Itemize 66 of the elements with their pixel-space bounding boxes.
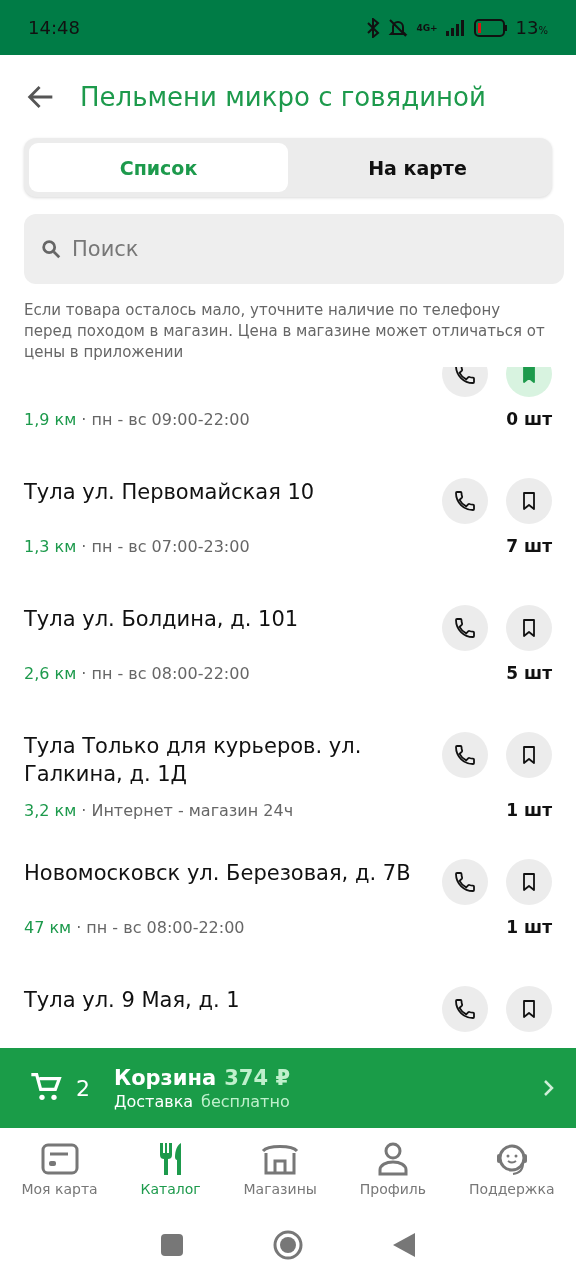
chevron-right-icon [542,1078,556,1098]
stock-count: 1 шт [506,800,552,820]
home-button[interactable] [273,1230,303,1260]
store-address: Тула Только для курьеров. ул. Галкина, д. 1Д [24,733,363,788]
stock-notice: Если товара осталось мало, уточните наличие по телефону перед походом в магазин. Цена в магазине может отличаться от цены в приложении [24,300,546,363]
phone-icon [453,743,477,767]
call-button[interactable] [442,732,488,778]
store-address: Тула ул. 9 Мая, д. 1 [24,987,241,1014]
store-hours: · пн - вс 08:00-22:00 [81,663,250,683]
status-time: 14:48 [28,17,80,38]
muted-bell-icon [388,17,409,38]
store-distance: 47 км [24,917,72,937]
cart-title: Корзина [114,1065,217,1090]
phone-icon [453,870,477,894]
store-distance: 2,6 км [24,663,77,683]
call-button[interactable] [442,478,488,524]
network-type: 4G+ [416,22,438,33]
store-address: Тула ул. Болдина, д. 101 [24,606,300,633]
stock-count: 1 шт [506,917,552,937]
view-tab[interactable]: Список [29,143,288,192]
bookmark-button[interactable] [506,859,552,905]
call-button[interactable] [442,986,488,1032]
nav-tab[interactable]: Моя карта [21,1141,98,1197]
phone-icon [453,616,477,640]
store-address: Тула ул. Первомайская 10 [24,479,316,506]
bookmark-button[interactable] [506,732,552,778]
search-icon [40,238,62,260]
store-distance: 3,2 км [24,800,77,820]
card-icon [39,1141,80,1177]
call-button[interactable] [442,859,488,905]
call-button[interactable] [442,605,488,651]
bluetooth-icon [366,17,381,38]
store-hours: · Интернет - магазин 24ч [81,800,294,820]
delivery-value: бесплатно [201,1091,290,1111]
percent-sign: % [538,25,548,36]
battery-percent: 13 [515,17,539,38]
store-distance: 1,9 км [24,409,77,429]
cart-count: 2 [76,1075,90,1101]
view-tab[interactable]: На карте [288,143,547,192]
bookmark-button[interactable] [506,478,552,524]
store-distance: 1,3 км [24,536,77,556]
bookmark-button[interactable] [506,605,552,651]
signal-icon [445,19,466,36]
delivery-label: Доставка [114,1091,194,1111]
phone-icon [453,997,477,1021]
stock-count: 5 шт [506,663,552,683]
nav-tab[interactable]: Каталог [140,1141,201,1197]
phone-icon [453,367,477,386]
battery-icon [473,18,508,37]
recents-button[interactable] [161,1234,183,1256]
stock-count: 0 шт [506,409,552,429]
store-hours: · пн - вс 07:00-23:00 [81,536,250,556]
stock-count: 7 шт [506,536,552,556]
search-field[interactable]: Поиск [24,214,564,284]
store-address: Новомосковск ул. Березовая, д. 7В [24,860,412,887]
cart-bar[interactable]: 2 Корзина 374 ₽ Доставка бесплатно [0,1048,576,1128]
store-hours: · пн - вс 09:00-22:00 [81,409,250,429]
store-hours: · пн - вс 08:00-22:00 [76,917,245,937]
phone-icon [453,489,477,513]
bookmark-button[interactable] [506,986,552,1032]
nav-tab[interactable]: Профиль [359,1141,426,1197]
nav-tab[interactable]: Поддержка [468,1141,555,1197]
cart-total: 374 ₽ [224,1065,290,1090]
page-title: Пельмени микро с говядиной [80,81,486,112]
back-button[interactable] [393,1233,415,1257]
nav-tab[interactable]: Магазины [243,1141,317,1197]
